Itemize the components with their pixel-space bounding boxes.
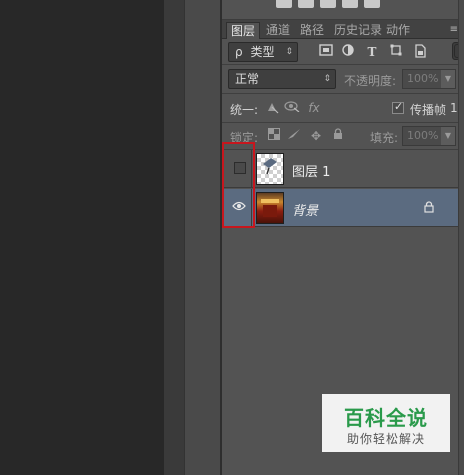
shape-filter-icon[interactable]	[388, 44, 404, 60]
panel-menu-icon[interactable]: ≡	[450, 24, 458, 35]
tab-paths[interactable]: 路径	[296, 22, 328, 39]
tool-icon[interactable]	[320, 0, 336, 8]
layer-row[interactable]: 图层 1	[222, 150, 464, 188]
tool-icon[interactable]	[364, 0, 380, 8]
unify-position-icon[interactable]	[264, 100, 280, 116]
fill-field[interactable]: 100% ▼	[402, 126, 456, 146]
panel-tabs: 图层 通道 路径 历史记录 动作 ≡	[222, 20, 464, 39]
layer-name[interactable]: 图层 1	[292, 161, 330, 180]
layer-thumbnail	[256, 192, 284, 224]
lock-all-icon[interactable]	[330, 128, 346, 144]
toolbar-strip	[222, 0, 464, 20]
propagate-label: 传播帧	[410, 103, 447, 117]
tool-icon[interactable]	[298, 0, 314, 8]
opacity-field[interactable]: 100% ▼	[402, 69, 456, 89]
propagate-frame-checkbox[interactable]	[392, 100, 404, 114]
lock-transparency-icon[interactable]	[266, 128, 282, 144]
tool-icon[interactable]	[342, 0, 358, 8]
opacity-label: 不透明度:	[344, 74, 397, 88]
adjustment-filter-icon[interactable]	[340, 44, 356, 60]
filter-kind-select[interactable]: ρ 类型 ⇕	[228, 42, 298, 62]
tab-layers[interactable]: 图层	[226, 22, 261, 39]
fill-label: 填充:	[370, 131, 399, 145]
watermark-title: 百科全说	[344, 406, 428, 430]
layer-thumbnail	[256, 153, 284, 185]
unify-row: 统一: fx 传播帧 1	[222, 95, 464, 121]
chevron-updown-icon: ⇕	[323, 74, 331, 84]
lock-icon	[424, 201, 434, 213]
lock-row: 锁定: ✥ 填充: 100% ▼	[222, 124, 464, 148]
watermark-subtitle: 助你轻松解决	[346, 432, 425, 446]
opacity-value: 100%	[407, 72, 439, 85]
filter-kind-label: 类型	[250, 45, 275, 59]
watermark: 百科全说 助你轻松解决	[322, 394, 450, 452]
tab-actions[interactable]: 动作	[382, 22, 414, 39]
chevron-updown-icon: ⇕	[285, 47, 293, 57]
smartobject-filter-icon[interactable]	[412, 44, 428, 60]
layer-name[interactable]: 背景	[292, 200, 318, 219]
blend-row: 正常 ⇕ 不透明度: 100% ▼	[222, 66, 464, 92]
layer-row-selected[interactable]: 背景	[222, 189, 464, 227]
lock-brush-icon[interactable]	[286, 128, 302, 144]
unify-label: 统一:	[230, 103, 259, 117]
propagate-value: 1	[450, 101, 458, 115]
tab-channels[interactable]: 通道	[262, 22, 294, 39]
type-filter-icon[interactable]: T	[364, 44, 380, 60]
chevron-down-icon[interactable]: ▼	[441, 70, 455, 88]
tab-history[interactable]: 历史记录	[330, 22, 386, 39]
tool-icon[interactable]	[276, 0, 292, 8]
chevron-down-icon[interactable]: ▼	[441, 127, 455, 145]
filter-row: ρ 类型 ⇕ T	[222, 40, 464, 64]
search-icon: ρ	[235, 45, 243, 59]
unify-visibility-icon[interactable]	[284, 100, 300, 116]
panel-gutter	[164, 0, 184, 475]
fill-value: 100%	[407, 129, 439, 142]
visibility-column-highlight	[222, 142, 255, 228]
lock-move-icon[interactable]: ✥	[308, 128, 324, 144]
collapsed-panel-dock[interactable]	[184, 0, 220, 475]
document-canvas[interactable]	[0, 0, 164, 475]
blend-mode-value: 正常	[235, 72, 260, 86]
unify-style-icon[interactable]: fx	[306, 100, 322, 116]
pixel-filter-icon[interactable]	[318, 44, 334, 60]
panel-right-edge	[458, 0, 464, 475]
blend-mode-select[interactable]: 正常 ⇕	[228, 69, 336, 89]
